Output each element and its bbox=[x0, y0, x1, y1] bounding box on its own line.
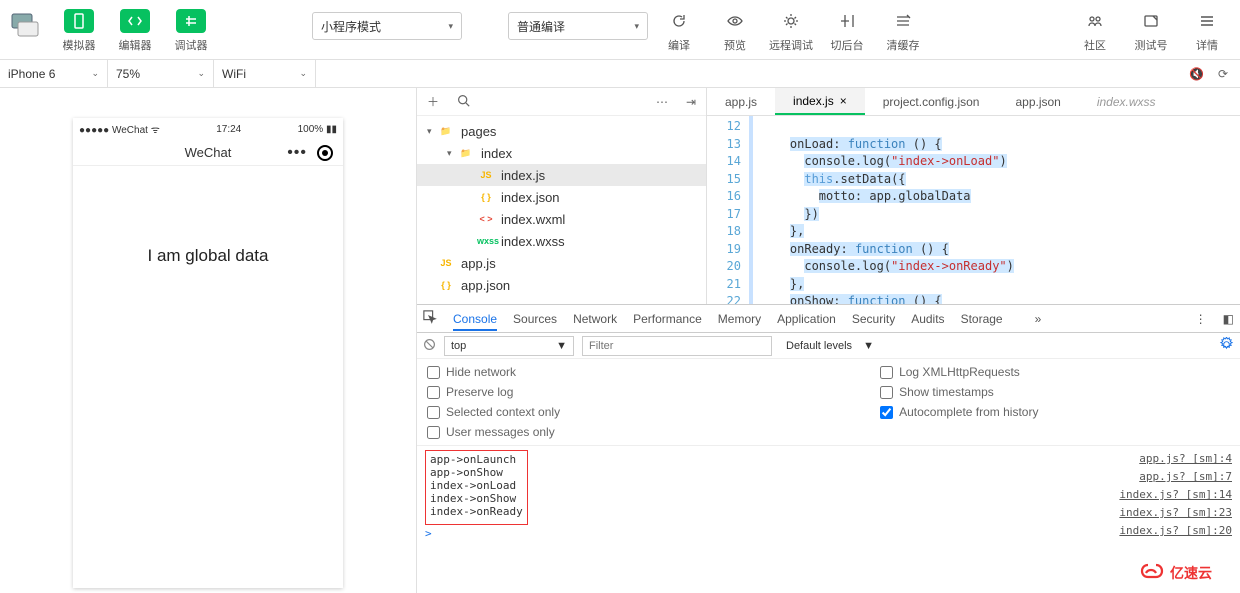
tab-index-js[interactable]: index.js × bbox=[775, 88, 865, 115]
file-tree: ▾📁pages▾📁indexJSindex.js{ }index.json< >… bbox=[417, 116, 706, 322]
phone-navbar: WeChat ••• bbox=[73, 140, 343, 166]
log-source-link[interactable]: index.js? [sm]:23 bbox=[1119, 504, 1232, 522]
editor-button[interactable]: 编辑器 bbox=[110, 6, 160, 56]
zoom-select[interactable]: 75%⌄ bbox=[108, 60, 214, 87]
tree-item-index[interactable]: ▾📁index bbox=[417, 142, 706, 164]
debugger-button[interactable]: 调试器 bbox=[166, 6, 216, 56]
tab-index-wxss[interactable]: index.wxss bbox=[1079, 88, 1174, 115]
phone-body: I am global data bbox=[73, 166, 343, 266]
collapse-icon[interactable]: ⇥ bbox=[686, 95, 696, 109]
devtools-tab-memory[interactable]: Memory bbox=[718, 312, 761, 326]
background-button[interactable]: 切后台 bbox=[822, 6, 872, 56]
context-select[interactable]: top▼ bbox=[444, 336, 574, 356]
opt-show-timestamps[interactable]: Show timestamps bbox=[880, 385, 1038, 399]
levels-select[interactable]: Default levels▼ bbox=[780, 336, 880, 356]
simulator-panel: ●●●●● WeChat ᯤ 17:24 100% ▮▮ WeChat ••• … bbox=[0, 88, 417, 593]
tree-item-index-json[interactable]: { }index.json bbox=[417, 186, 706, 208]
devtools-tab-security[interactable]: Security bbox=[852, 312, 895, 326]
inspect-icon[interactable] bbox=[423, 310, 437, 327]
simulator-button[interactable]: 模拟器 bbox=[54, 6, 104, 56]
devtools-tab-performance[interactable]: Performance bbox=[633, 312, 702, 326]
target-icon[interactable] bbox=[317, 145, 333, 161]
tree-item-index-wxss[interactable]: wxssindex.wxss bbox=[417, 230, 706, 252]
compile-select[interactable]: 普通编译▾ bbox=[508, 12, 648, 40]
opt-user-messages-only[interactable]: User messages only bbox=[427, 425, 560, 439]
watermark-logo: 亿速云 bbox=[1140, 559, 1230, 587]
settings-gear-icon[interactable] bbox=[1219, 337, 1234, 355]
opt-preserve-log[interactable]: Preserve log bbox=[427, 385, 560, 399]
devtools-menu-icon[interactable]: ⋮ bbox=[1195, 312, 1207, 326]
devtools-tab-network[interactable]: Network bbox=[573, 312, 617, 326]
more-icon[interactable]: ⋯ bbox=[656, 95, 668, 109]
opt-autocomplete-from-history[interactable]: Autocomplete from history bbox=[880, 405, 1038, 419]
phone-status-bar: ●●●●● WeChat ᯤ 17:24 100% ▮▮ bbox=[73, 118, 343, 140]
tree-item-app-js[interactable]: JSapp.js bbox=[417, 252, 706, 274]
menu-dots-icon[interactable]: ••• bbox=[287, 144, 307, 162]
app-logo bbox=[8, 6, 44, 42]
log-source-link[interactable]: app.js? [sm]:7 bbox=[1139, 468, 1232, 486]
tab-project-config-json[interactable]: project.config.json bbox=[865, 88, 998, 115]
clear-console-icon[interactable] bbox=[423, 338, 436, 354]
devtools-panel: Console Sources Network Performance Memory Ap… bbox=[417, 304, 1240, 593]
filter-input[interactable] bbox=[582, 336, 772, 356]
console-filter-bar: top▼ Default levels▼ bbox=[417, 333, 1240, 359]
page-title: WeChat bbox=[185, 145, 232, 160]
devtools-tab-storage[interactable]: Storage bbox=[961, 312, 1003, 326]
devtools-tabs: Console Sources Network Performance Memory Ap… bbox=[417, 305, 1240, 333]
console-prompt[interactable]: > bbox=[425, 527, 1232, 540]
log-source-link[interactable]: index.js? [sm]:14 bbox=[1119, 486, 1232, 504]
opt-hide-network[interactable]: Hide network bbox=[427, 365, 560, 379]
dock-icon[interactable]: ◧ bbox=[1223, 312, 1234, 326]
compile-button[interactable]: 编译 bbox=[654, 6, 704, 56]
tree-item-index-js[interactable]: JSindex.js bbox=[417, 164, 706, 186]
search-icon[interactable] bbox=[457, 94, 470, 110]
tree-item-pages[interactable]: ▾📁pages bbox=[417, 120, 706, 142]
devtools-tab-application[interactable]: Application bbox=[777, 312, 836, 326]
add-file-icon[interactable]: ＋ bbox=[427, 93, 439, 110]
preview-button[interactable]: 预览 bbox=[710, 6, 760, 56]
details-button[interactable]: 详情 bbox=[1182, 6, 1232, 56]
devtools-tab-audits[interactable]: Audits bbox=[911, 312, 944, 326]
test-id-button[interactable]: 测试号 bbox=[1126, 6, 1176, 56]
overflow-icon[interactable]: » bbox=[1035, 312, 1042, 326]
tree-item-app-json[interactable]: { }app.json bbox=[417, 274, 706, 296]
tree-item-index-wxml[interactable]: < >index.wxml bbox=[417, 208, 706, 230]
mute-icon[interactable]: 🔇 bbox=[1189, 67, 1204, 81]
device-bar: iPhone 6⌄ 75%⌄ WiFi⌄ 🔇 ⟳ bbox=[0, 60, 1240, 88]
log-source-link[interactable]: app.js? [sm]:4 bbox=[1139, 450, 1232, 468]
svg-text:亿速云: 亿速云 bbox=[1170, 565, 1212, 581]
log-source-link[interactable]: index.js? [sm]:20 bbox=[1119, 522, 1232, 540]
main-toolbar: 模拟器 编辑器 调试器 小程序模式▾ 普通编译▾ 编译 预览 远程调试 切后台 … bbox=[0, 0, 1240, 60]
phone-preview: ●●●●● WeChat ᯤ 17:24 100% ▮▮ WeChat ••• … bbox=[73, 118, 343, 588]
device-select[interactable]: iPhone 6⌄ bbox=[0, 60, 108, 87]
tab-app-json[interactable]: app.json bbox=[997, 88, 1078, 115]
opt-selected-context-only[interactable]: Selected context only bbox=[427, 405, 560, 419]
network-select[interactable]: WiFi⌄ bbox=[214, 60, 316, 87]
console-options: Hide network Preserve log Selected conte… bbox=[417, 359, 1240, 446]
tab-app-js[interactable]: app.js bbox=[707, 88, 775, 115]
clear-cache-button[interactable]: 清缓存 bbox=[878, 6, 928, 56]
community-button[interactable]: 社区 bbox=[1070, 6, 1120, 56]
console-output: app->onLaunchapp->onShowindex->onLoadind… bbox=[417, 446, 1240, 593]
mode-select[interactable]: 小程序模式▾ bbox=[312, 12, 462, 40]
devtools-tab-sources[interactable]: Sources bbox=[513, 312, 557, 326]
wifi-icon: ᯤ bbox=[151, 125, 160, 136]
opt-log-xmlhttprequests[interactable]: Log XMLHttpRequests bbox=[880, 365, 1038, 379]
remote-debug-button[interactable]: 远程调试 bbox=[766, 6, 816, 56]
devtools-tab-console[interactable]: Console bbox=[453, 312, 497, 331]
editor-tabs: app.jsindex.js ×project.config.jsonapp.j… bbox=[707, 88, 1240, 116]
rotate-icon[interactable]: ⟳ bbox=[1218, 67, 1228, 81]
close-icon[interactable]: × bbox=[840, 94, 847, 108]
